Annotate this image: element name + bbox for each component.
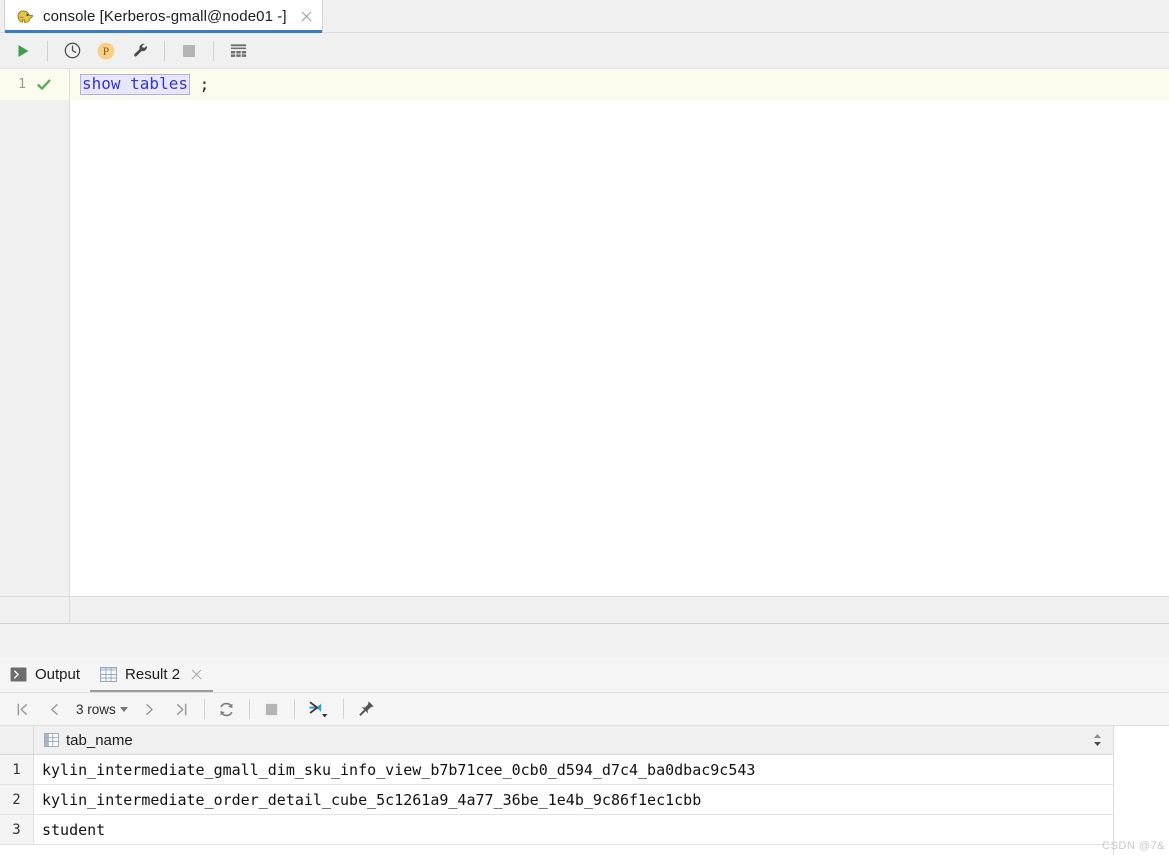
last-page-button[interactable] [169, 696, 195, 722]
stop-square-icon [183, 44, 195, 57]
column-icon [44, 733, 59, 747]
close-icon[interactable] [190, 668, 203, 681]
grid-header-cell-tab_name[interactable]: tab_name [34, 726, 1089, 754]
next-page-button[interactable] [137, 696, 163, 722]
tab-output[interactable]: Output [0, 656, 90, 692]
console-output-icon [10, 666, 27, 682]
refresh-button[interactable] [214, 696, 240, 722]
fit-columns-button[interactable] [304, 696, 334, 722]
sql-punctuation: ; [189, 75, 210, 94]
code-line-1[interactable]: show tables ; [80, 69, 209, 100]
editor-code-area[interactable]: show tables ; [70, 69, 1169, 596]
grid-right-padding [1113, 726, 1169, 855]
panel-splitter[interactable] [0, 624, 1169, 657]
row-number: 1 [0, 755, 34, 784]
line-number: 1 [18, 77, 26, 92]
history-button[interactable] [57, 36, 87, 66]
close-icon[interactable] [299, 9, 314, 24]
result-toolbar: 3 rows [0, 693, 1169, 726]
elephant-icon [15, 7, 35, 27]
table-row[interactable]: 1 kylin_intermediate_gmall_dim_sku_info_… [0, 755, 1113, 785]
grid-view-button[interactable] [223, 36, 253, 66]
cell-tab_name[interactable]: kylin_intermediate_gmall_dim_sku_info_vi… [34, 761, 1113, 779]
first-page-icon [17, 702, 27, 716]
stop-result-button [259, 696, 285, 722]
last-page-icon [177, 702, 187, 716]
result-toolbar-separator [203, 699, 205, 719]
next-page-icon [146, 703, 154, 715]
result-toolbar-separator [342, 699, 344, 719]
chevron-down-icon[interactable] [119, 706, 128, 712]
toolbar-separator [213, 40, 214, 61]
play-icon [18, 44, 29, 57]
stop-button [174, 36, 204, 66]
grid-header-rownum-cell [0, 726, 34, 754]
result-grid[interactable]: tab_name 1 kylin_intermediate_gmall_dim_… [0, 726, 1169, 855]
bottom-panel-tabs: Output Result 2 [0, 657, 1169, 693]
svg-text:P: P [103, 46, 109, 58]
gutter-line-1: 1 [0, 69, 69, 100]
watermark: CSDN @7& [1102, 840, 1165, 852]
prev-page-button[interactable] [41, 696, 67, 722]
tab-output-label: Output [35, 665, 81, 683]
toolbar-separator [47, 40, 48, 61]
prev-page-icon [50, 703, 58, 715]
row-number: 3 [0, 815, 34, 844]
sort-updown-icon[interactable] [1089, 730, 1105, 750]
p-circle-icon: P [97, 42, 115, 59]
current-line-highlight [70, 69, 1169, 100]
result-toolbar-separator [293, 699, 295, 719]
toolbar-separator [164, 40, 165, 61]
gutter-tail [0, 597, 70, 624]
green-check-icon [35, 76, 53, 94]
rows-count-label[interactable]: 3 rows [76, 702, 116, 717]
table-row[interactable]: 3 student [0, 815, 1113, 845]
parameters-button[interactable]: P [91, 36, 121, 66]
table-grid-icon [100, 666, 117, 682]
clock-icon [64, 42, 80, 59]
execute-button[interactable] [8, 36, 38, 66]
grid-column-title: tab_name [66, 731, 133, 749]
grid-header-row: tab_name [0, 726, 1113, 755]
tab-result-2[interactable]: Result 2 [90, 656, 214, 692]
stop-square-icon [266, 703, 278, 715]
editor-toolbar: P [0, 33, 1169, 69]
cell-tab_name[interactable]: kylin_intermediate_order_detail_cube_5c1… [34, 791, 1113, 809]
sql-editor[interactable]: 1 show tables ; [0, 69, 1169, 596]
sql-keyword-selection[interactable]: show tables [80, 74, 190, 95]
settings-button[interactable] [125, 36, 155, 66]
console-tab[interactable]: console [Kerberos-gmall@node01 -] [4, 0, 323, 33]
table-grid-icon [230, 43, 246, 57]
refresh-icon [220, 702, 233, 716]
result-toolbar-separator [248, 699, 250, 719]
console-tab-bar: console [Kerberos-gmall@node01 -] [0, 0, 1169, 33]
pin-button[interactable] [353, 696, 379, 722]
row-number: 2 [0, 785, 34, 814]
pin-icon [358, 701, 374, 716]
first-page-button[interactable] [9, 696, 35, 722]
fit-columns-icon [309, 701, 328, 718]
console-tab-title: console [Kerberos-gmall@node01 -] [43, 8, 287, 25]
editor-bottom-strip [0, 596, 1169, 624]
wrench-icon [133, 43, 147, 57]
editor-gutter: 1 [0, 69, 70, 596]
table-row[interactable]: 2 kylin_intermediate_order_detail_cube_5… [0, 785, 1113, 815]
cell-tab_name[interactable]: student [34, 821, 1113, 839]
tab-result-2-label: Result 2 [125, 665, 181, 683]
